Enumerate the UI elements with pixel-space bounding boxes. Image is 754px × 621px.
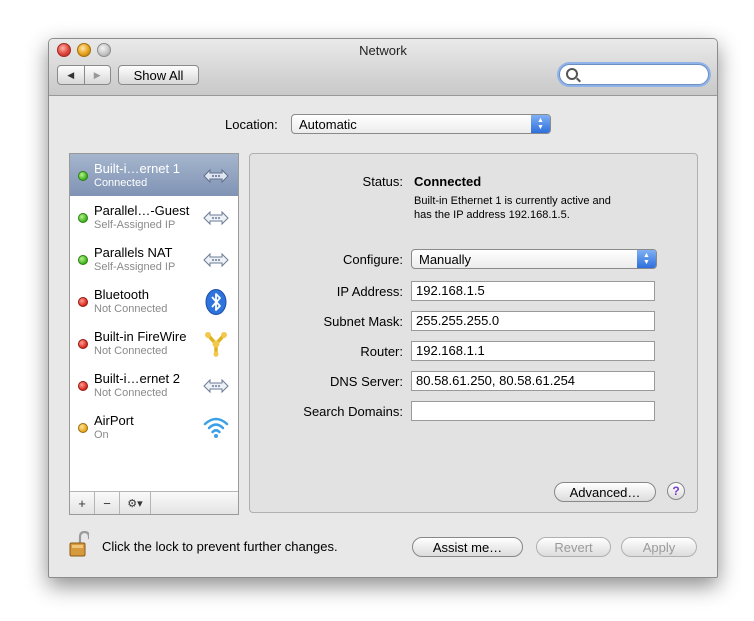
firewire-icon: [205, 332, 227, 357]
dns-server-label: DNS Server:: [330, 374, 403, 389]
show-all-button[interactable]: Show All: [118, 65, 199, 85]
service-name: AirPort: [94, 413, 134, 428]
popup-arrows-icon: ▲ ▼: [637, 250, 656, 268]
service-status: Self-Assigned IP: [94, 261, 176, 273]
add-service-button[interactable]: +: [70, 492, 95, 514]
service-name: Built-i…ernet 1: [94, 161, 180, 176]
status-dot-red: [78, 339, 88, 349]
bluetooth-icon: [205, 289, 227, 315]
revert-button[interactable]: Revert: [536, 537, 611, 557]
advanced-button[interactable]: Advanced…: [554, 482, 656, 502]
location-select[interactable]: Automatic ▲ ▼: [291, 114, 551, 134]
location-value: Automatic: [299, 116, 357, 132]
status-dot-green: [78, 213, 88, 223]
service-item[interactable]: Built-i…ernet 2 Not Connected: [70, 364, 238, 406]
ethernet-icon: [203, 378, 229, 394]
status-dot-yellow: [78, 423, 88, 433]
service-name: Parallels NAT: [94, 245, 173, 260]
status-value: Connected: [414, 174, 482, 189]
status-dot-red: [78, 297, 88, 307]
ethernet-icon: [203, 210, 229, 226]
assist-me-button[interactable]: Assist me…: [412, 537, 523, 557]
location-label: Location:: [225, 117, 278, 132]
status-description-line-1: Built-in Ethernet 1 is currently active …: [414, 195, 611, 207]
help-button[interactable]: ?: [667, 482, 685, 500]
service-name: Bluetooth: [94, 287, 149, 302]
service-item[interactable]: Parallel…-Guest Self-Assigned IP: [70, 196, 238, 238]
apply-button[interactable]: Apply: [621, 537, 697, 557]
service-status: Connected: [94, 177, 148, 189]
service-name: Built-in FireWire: [94, 329, 187, 344]
airport-icon: [203, 417, 229, 438]
service-status: Not Connected: [94, 345, 168, 357]
service-status: On: [94, 429, 109, 441]
status-dot-green: [78, 171, 88, 181]
configure-select[interactable]: Manually ▲ ▼: [411, 249, 657, 269]
remove-service-button[interactable]: −: [95, 492, 120, 514]
status-description-line-2: has the IP address 192.168.1.5.: [414, 209, 570, 221]
back-button[interactable]: ◀: [58, 66, 84, 84]
service-item[interactable]: Built-i…ernet 1 Connected: [70, 154, 238, 196]
window-title: Network: [359, 43, 407, 58]
service-list-controls: + − ⚙▾: [70, 491, 238, 514]
service-name: Parallel…-Guest: [94, 203, 190, 218]
search-domains-label: Search Domains:: [303, 404, 403, 419]
search-domains-field[interactable]: [411, 401, 655, 421]
service-status: Self-Assigned IP: [94, 219, 176, 231]
service-status: Not Connected: [94, 303, 168, 315]
service-item[interactable]: Built-in FireWire Not Connected: [70, 322, 238, 364]
configure-label: Configure:: [343, 252, 403, 267]
forward-button[interactable]: ▶: [83, 66, 111, 84]
title-bar: Network ◀ ▶ Show All: [49, 39, 717, 96]
ip-address-label: IP Address:: [336, 284, 403, 299]
navigation-buttons: ◀ ▶: [57, 65, 111, 85]
lock-message: Click the lock to prevent further change…: [102, 539, 338, 554]
search-icon: [566, 68, 578, 80]
router-label: Router:: [360, 344, 403, 359]
network-preferences-window: Network ◀ ▶ Show All Location: Automatic…: [48, 38, 718, 578]
service-status: Not Connected: [94, 387, 168, 399]
service-item[interactable]: Bluetooth Not Connected: [70, 280, 238, 322]
status-label: Status:: [362, 174, 403, 189]
service-name: Built-i…ernet 2: [94, 371, 180, 386]
status-dot-green: [78, 255, 88, 265]
search-input[interactable]: [559, 64, 709, 85]
configure-value: Manually: [419, 251, 472, 267]
subnet-mask-field[interactable]: 255.255.255.0: [411, 311, 655, 331]
lock-icon[interactable]: [69, 531, 89, 557]
router-field[interactable]: 192.168.1.1: [411, 341, 655, 361]
ethernet-icon: [203, 252, 229, 268]
popup-arrows-icon: ▲ ▼: [531, 115, 550, 133]
gear-icon[interactable]: ⚙▾: [120, 492, 151, 514]
ip-address-field[interactable]: 192.168.1.5: [411, 281, 655, 301]
service-list: Built-i…ernet 1 Connected Parallel…-Gues…: [69, 153, 239, 515]
ethernet-icon: [203, 168, 229, 184]
status-dot-red: [78, 381, 88, 391]
detail-panel: [249, 153, 698, 513]
subnet-mask-label: Subnet Mask:: [323, 314, 404, 329]
service-item[interactable]: AirPort On: [70, 406, 238, 448]
dns-server-field[interactable]: 80.58.61.250, 80.58.61.254: [411, 371, 655, 391]
service-item[interactable]: Parallels NAT Self-Assigned IP: [70, 238, 238, 280]
